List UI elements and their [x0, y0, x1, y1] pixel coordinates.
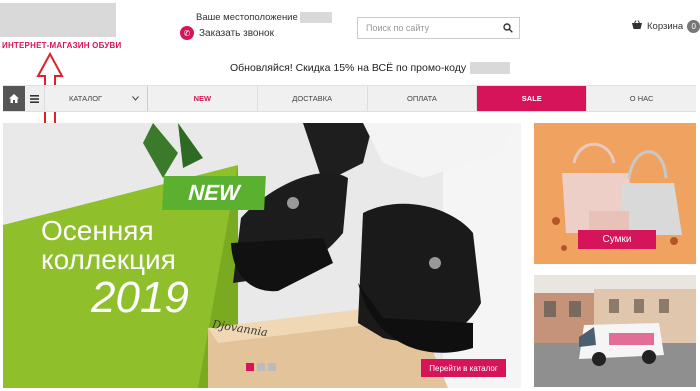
- delivery-van-banner[interactable]: [534, 275, 696, 387]
- carousel-indicators: [246, 363, 276, 371]
- promo-text: Обновляйся! Скидка 15% на ВСЁ по промо-к…: [230, 62, 467, 74]
- nav-item-payment[interactable]: ОПЛАТА: [368, 86, 478, 111]
- collection-year: 2019: [91, 273, 189, 322]
- promo-banner: Обновляйся! Скидка 15% на ВСЁ по промо-к…: [230, 62, 511, 74]
- home-icon: [9, 94, 19, 103]
- nav-item-about[interactable]: О НАС: [587, 86, 696, 111]
- new-tag: NEW: [162, 176, 266, 210]
- location-selector[interactable]: Ваше местоположение: [196, 12, 332, 23]
- logo-image[interactable]: [0, 3, 116, 37]
- carousel-dot[interactable]: [257, 363, 265, 371]
- callback-button[interactable]: ✆ Заказать звонок: [180, 26, 274, 40]
- main-navigation: КАТАЛОГ NEW ДОСТАВКА ОПЛАТА SALE О НАС: [3, 85, 696, 112]
- nav-item-sale[interactable]: SALE: [477, 86, 588, 111]
- bags-banner[interactable]: Сумки: [534, 123, 696, 264]
- callback-label: Заказать звонок: [199, 27, 274, 39]
- location-value-redacted: [299, 12, 332, 23]
- collection-line2: коллекция: [41, 244, 176, 275]
- promo-code-redacted: [470, 62, 511, 74]
- cart-label: Корзина: [647, 21, 684, 32]
- nav-item-new[interactable]: NEW: [148, 86, 258, 111]
- basket-icon: [631, 20, 643, 33]
- nav-item-delivery[interactable]: ДОСТАВКА: [258, 86, 368, 111]
- nav-catalog-dropdown[interactable]: КАТАЛОГ: [45, 86, 148, 111]
- menu-toggle[interactable]: [25, 86, 45, 111]
- collection-line1: Осенняя: [41, 215, 154, 246]
- chevron-down-icon: [132, 94, 139, 103]
- search-input[interactable]: [358, 23, 497, 33]
- phone-icon: ✆: [180, 26, 194, 40]
- cart-button[interactable]: Корзина 0: [631, 20, 700, 33]
- carousel-dot[interactable]: [268, 363, 276, 371]
- menu-icon: [30, 94, 39, 103]
- carousel-dot[interactable]: [246, 363, 254, 371]
- logo-caption: ИНТЕРНЕТ-МАГАЗИН ОБУВИ: [2, 41, 122, 50]
- street-van-image: [534, 275, 696, 387]
- location-label: Ваше местоположение: [196, 12, 298, 23]
- hero-banner[interactable]: NEW Осенняя коллекция 2019 Djovannia Пер…: [3, 123, 521, 388]
- cart-count-badge: 0: [687, 20, 700, 33]
- home-button[interactable]: [3, 86, 25, 111]
- search-icon[interactable]: [497, 23, 519, 33]
- search-box[interactable]: [357, 17, 520, 39]
- bags-label: Сумки: [578, 230, 656, 249]
- catalog-label: КАТАЛОГ: [69, 94, 103, 103]
- go-to-catalog-button[interactable]: Перейти в каталог: [421, 359, 506, 377]
